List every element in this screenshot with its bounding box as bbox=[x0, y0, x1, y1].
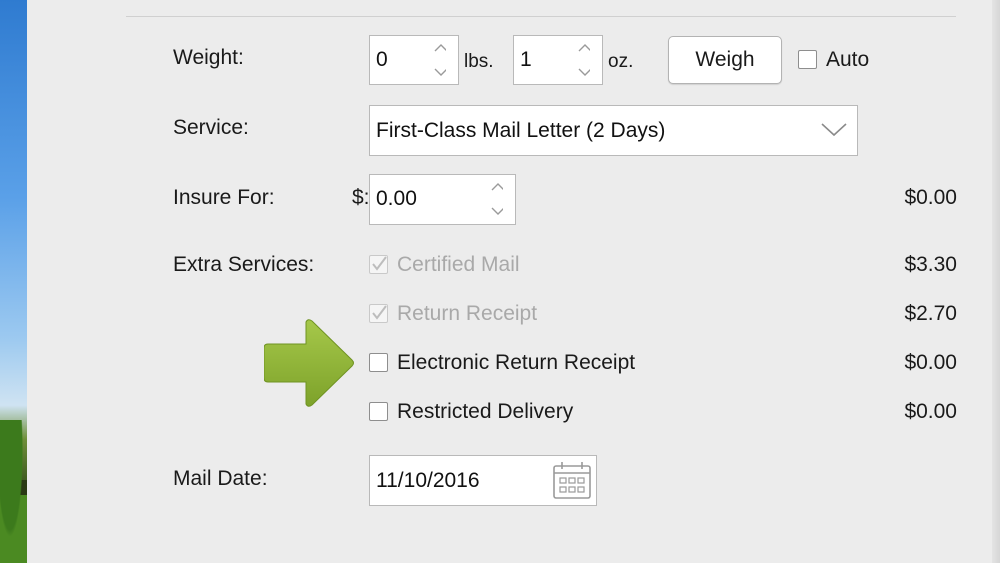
calendar-icon[interactable] bbox=[552, 460, 592, 500]
weigh-button[interactable]: Weigh bbox=[668, 36, 782, 84]
weight-oz-value: 1 bbox=[520, 48, 532, 71]
oz-stepper[interactable] bbox=[576, 40, 594, 80]
certified-mail-checkbox[interactable] bbox=[369, 255, 388, 274]
insure-amount-value: 0.00 bbox=[376, 187, 417, 210]
weight-lbs-value: 0 bbox=[376, 48, 388, 71]
weight-oz-input[interactable]: 1 bbox=[513, 35, 603, 85]
service-label: Service: bbox=[173, 116, 249, 139]
return-receipt-price: $2.70 bbox=[904, 302, 957, 325]
chevron-down-icon bbox=[821, 123, 847, 137]
insure-label: Insure For: bbox=[173, 186, 275, 209]
insure-stepper[interactable] bbox=[489, 179, 507, 219]
lbs-stepper[interactable] bbox=[432, 40, 450, 80]
chevron-up-icon[interactable] bbox=[491, 181, 503, 193]
certified-mail-label: Certified Mail bbox=[397, 253, 520, 276]
chevron-down-icon[interactable] bbox=[434, 66, 446, 78]
desktop-wallpaper-scene bbox=[0, 420, 27, 563]
electronic-return-receipt-checkbox[interactable] bbox=[369, 353, 388, 372]
return-receipt-checkbox[interactable] bbox=[369, 304, 388, 323]
lbs-unit-label: lbs. bbox=[464, 51, 494, 72]
mail-date-value: 11/10/2016 bbox=[376, 469, 480, 492]
insure-currency-label: $: bbox=[352, 186, 370, 209]
oz-unit-label: oz. bbox=[608, 51, 634, 72]
desktop-background bbox=[0, 0, 27, 563]
restricted-delivery-price: $0.00 bbox=[904, 400, 957, 423]
mail-date-label: Mail Date: bbox=[173, 467, 268, 490]
chevron-up-icon[interactable] bbox=[434, 42, 446, 54]
top-divider bbox=[126, 16, 956, 17]
auto-checkbox[interactable] bbox=[798, 50, 817, 69]
pointer-arrow-icon bbox=[264, 319, 354, 407]
electronic-return-receipt-price: $0.00 bbox=[904, 351, 957, 374]
panel-right-edge bbox=[992, 0, 1000, 563]
service-select[interactable]: First-Class Mail Letter (2 Days) bbox=[369, 105, 858, 156]
electronic-return-receipt-label: Electronic Return Receipt bbox=[397, 351, 636, 374]
auto-label: Auto bbox=[826, 48, 870, 71]
service-selected-value: First-Class Mail Letter (2 Days) bbox=[376, 119, 666, 142]
insure-price: $0.00 bbox=[904, 186, 957, 209]
insure-amount-input[interactable]: 0.00 bbox=[369, 174, 516, 225]
weight-label: Weight: bbox=[173, 46, 244, 69]
restricted-delivery-checkbox[interactable] bbox=[369, 402, 388, 421]
return-receipt-label: Return Receipt bbox=[397, 302, 538, 325]
chevron-down-icon[interactable] bbox=[578, 66, 590, 78]
chevron-up-icon[interactable] bbox=[578, 42, 590, 54]
certified-mail-price: $3.30 bbox=[904, 253, 957, 276]
chevron-down-icon[interactable] bbox=[491, 205, 503, 217]
checkmark-icon bbox=[372, 305, 387, 320]
extra-services-label: Extra Services: bbox=[173, 253, 315, 276]
restricted-delivery-label: Restricted Delivery bbox=[397, 400, 574, 423]
weight-lbs-input[interactable]: 0 bbox=[369, 35, 459, 85]
checkmark-icon bbox=[372, 256, 387, 271]
mail-date-input[interactable]: 11/10/2016 bbox=[369, 455, 597, 506]
